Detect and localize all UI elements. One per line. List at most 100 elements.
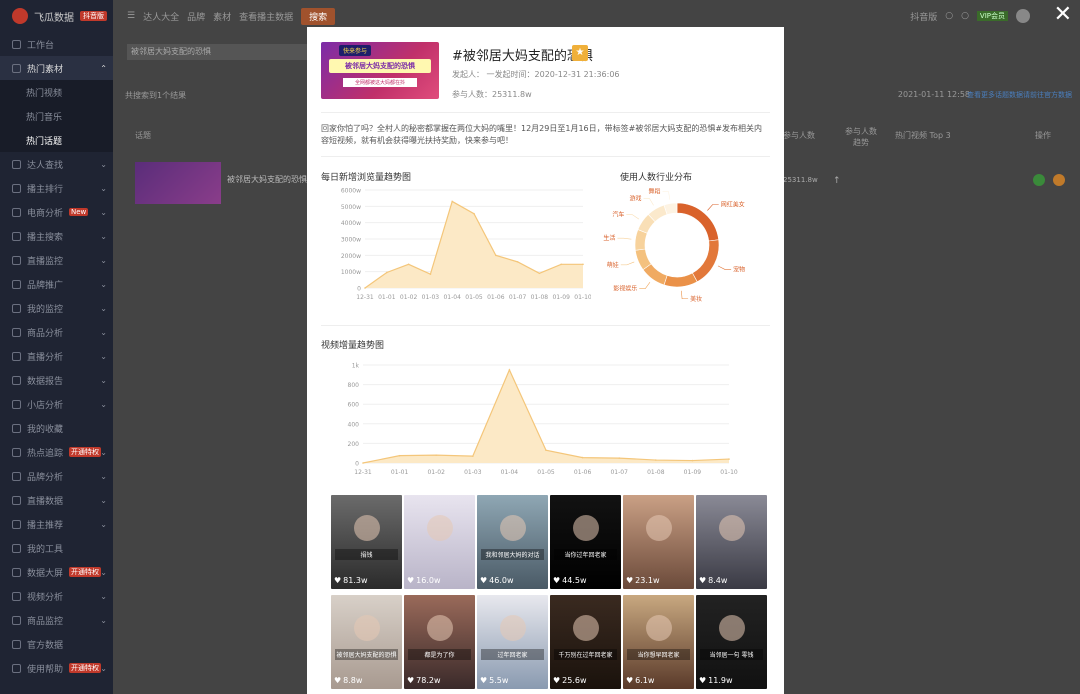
sidebar-item[interactable]: 视频分析 ⌄ <box>0 584 113 608</box>
video-likes: ♥ 25.6w <box>553 676 587 685</box>
video-card[interactable]: 我和邻居大妈的对话 ♥ 46.0w <box>477 495 548 589</box>
sidebar-item-label: 品牌推广 <box>27 280 64 291</box>
sidebar-item[interactable]: 我的收藏 <box>0 416 113 440</box>
divider <box>321 325 770 326</box>
video-card[interactable]: 当你过年回老家 ♥ 44.5w <box>550 495 621 589</box>
topic-thumbnail[interactable] <box>135 162 221 204</box>
video-card[interactable]: 千万别在过年回老家 ♥ 25.6w <box>550 595 621 689</box>
video-card[interactable]: 当邻居一句 零钱 ♥ 11.9w <box>696 595 767 689</box>
sidebar-item[interactable]: 品牌分析 ⌄ <box>0 464 113 488</box>
sidebar-item[interactable]: 直播监控 ⌄ <box>0 248 113 272</box>
video-card[interactable]: ♥ 23.1w <box>623 495 694 589</box>
version-select[interactable]: 抖音版 <box>910 10 937 23</box>
data-point <box>691 459 694 462</box>
sidebar-item[interactable]: 直播数据 ⌄ <box>0 488 113 512</box>
sidebar-item[interactable]: 小店分析 ⌄ <box>0 392 113 416</box>
sidebar-item[interactable]: 热点追踪 开通特权 ⌄ <box>0 440 113 464</box>
col-participants[interactable]: 参与人数 <box>783 130 815 141</box>
topbar-link[interactable]: 素材 <box>213 10 231 23</box>
video-likes: ♥ 8.8w <box>334 676 362 685</box>
like-count: 23.1w <box>635 576 660 585</box>
x-tick-label: 01-08 <box>647 469 665 476</box>
sidebar-item[interactable]: 我的工具 <box>0 536 113 560</box>
x-tick-label: 01-06 <box>574 469 592 476</box>
sidebar-item-label: 热门话题 <box>26 136 63 147</box>
sidebar-item[interactable]: 热门素材 ⌃ <box>0 56 113 80</box>
chevron-icon: ⌃ <box>100 63 107 73</box>
sidebar-item[interactable]: 热门音乐 <box>0 104 113 128</box>
help-icon[interactable]: ○ <box>961 11 969 21</box>
video-likes: ♥ 81.3w <box>334 576 368 585</box>
sidebar-item-label: 播主推荐 <box>27 520 64 531</box>
video-card[interactable]: 当你想早回老家 ♥ 6.1w <box>623 595 694 689</box>
y-tick-label: 3000w <box>341 237 361 244</box>
label-leader-line <box>626 214 640 220</box>
nav-badge: 开通特权 <box>69 567 102 577</box>
sidebar-item[interactable]: 使用帮助 开通特权 ⌄ <box>0 656 113 680</box>
video-card[interactable]: 过年回老家 ♥ 5.5w <box>477 595 548 689</box>
video-caption: 我和邻居大妈的对话 <box>481 549 544 560</box>
sidebar-item[interactable]: 热门话题 <box>0 128 113 152</box>
sidebar-item[interactable]: 数据大屏 开通特权 ⌄ <box>0 560 113 584</box>
data-point <box>407 263 410 266</box>
video-card[interactable]: 都是为了你 ♥ 78.2w <box>404 595 475 689</box>
banner-main-text: 被邻居大妈支配的恐惧 <box>329 59 431 73</box>
topic-title[interactable]: 被邻居大妈支配的恐惧 <box>227 174 307 185</box>
daily-views-chart: 0 1000w 2000w 3000w 4000w 5000w 6000w 12-31 01-0… <box>341 188 591 302</box>
top-search-button[interactable]: 搜索 <box>301 7 336 25</box>
nav-icon <box>12 591 21 601</box>
sidebar-item-label: 热门音乐 <box>26 112 63 123</box>
sidebar-item[interactable]: 播主排行 ⌄ <box>0 176 113 200</box>
heart-icon: ♥ <box>553 576 561 585</box>
sidebar-item[interactable]: 品牌推广 ⌄ <box>0 272 113 296</box>
x-tick-label: 01-01 <box>378 294 396 301</box>
sidebar-item[interactable]: 官方数据 <box>0 632 113 656</box>
video-thumbnail-subject <box>426 615 453 641</box>
video-card[interactable]: 被邻居大妈支配的恐惧 ♥ 8.8w <box>331 595 402 689</box>
video-card[interactable]: ♥ 8.4w <box>696 495 767 589</box>
topbar-link[interactable]: 查看播主数据 <box>239 10 293 23</box>
more-link[interactable]: 查看更多话题数据请前往官方数据 <box>967 90 1072 100</box>
data-point <box>473 212 475 215</box>
sidebar-item-label: 我的收藏 <box>27 424 64 435</box>
nav-badge: 开通特权 <box>69 447 102 457</box>
vip-badge[interactable]: VIP会员 <box>976 11 1008 21</box>
app-logo[interactable]: 飞瓜数据 抖音版 <box>0 0 113 32</box>
favorite-icon[interactable] <box>1053 174 1065 186</box>
nav-icon <box>12 423 21 433</box>
star-icon[interactable]: ★ <box>572 45 588 61</box>
chevron-icon: ⌄ <box>100 279 107 289</box>
y-tick-label: 0 <box>355 461 359 468</box>
video-card[interactable]: 捐钱 ♥ 81.3w <box>331 495 402 589</box>
sidebar-item[interactable]: 热门视频 <box>0 80 113 104</box>
sidebar-item-label: 视频分析 <box>27 592 64 603</box>
sidebar-item-label: 小店分析 <box>27 400 64 411</box>
sidebar-item[interactable]: 电商分析 New ⌄ <box>0 200 113 224</box>
avatar[interactable] <box>1016 9 1030 23</box>
sidebar-item[interactable]: 商品监控 ⌄ <box>0 608 113 632</box>
hot-video-grid: 捐钱 ♥ 81.3w ♥ 16.0w 我和邻居大妈的对话 ♥ 46.0w 当你过年回老家 ♥ 44.… <box>331 495 772 689</box>
chevron-icon: ⌄ <box>100 351 107 361</box>
close-icon[interactable]: ✕ <box>1054 4 1072 26</box>
video-card[interactable]: ♥ 16.0w <box>404 495 475 589</box>
add-icon[interactable] <box>1033 174 1045 186</box>
sidebar-item[interactable]: 播主搜索 ⌄ <box>0 224 113 248</box>
topic-description: 回家你怕了吗？全村人的秘密都掌握在两位大妈的嘴里！12月29日至1月16日，带标… <box>321 124 763 145</box>
sidebar-item[interactable]: 我的监控 ⌄ <box>0 296 113 320</box>
like-count: 8.4w <box>708 576 728 585</box>
topbar-link[interactable]: 品牌 <box>187 10 205 23</box>
video-caption: 被邻居大妈支配的恐惧 <box>335 649 398 660</box>
sidebar-item[interactable]: 数据报告 ⌄ <box>0 368 113 392</box>
menu-icon[interactable]: ☰ <box>127 11 135 21</box>
sidebar-item[interactable]: 达人查找 ⌄ <box>0 152 113 176</box>
topbar-link[interactable]: 达人大全 <box>143 10 179 23</box>
sidebar-item[interactable]: 播主推荐 ⌄ <box>0 512 113 536</box>
chevron-icon: ⌄ <box>100 399 107 409</box>
chevron-icon: ⌄ <box>100 519 107 529</box>
sidebar: 飞瓜数据 抖音版 工作台 热门素材 ⌃ 热门视频热门音乐热门话题达人查找 ⌄ 播主排行 ⌄ 电… <box>0 0 113 694</box>
sidebar-item[interactable]: 工作台 <box>0 32 113 56</box>
bell-icon[interactable]: ○ <box>945 11 953 21</box>
sidebar-item[interactable]: 商品分析 ⌄ <box>0 320 113 344</box>
sidebar-item[interactable]: 直播分析 ⌄ <box>0 344 113 368</box>
like-count: 25.6w <box>562 676 587 685</box>
